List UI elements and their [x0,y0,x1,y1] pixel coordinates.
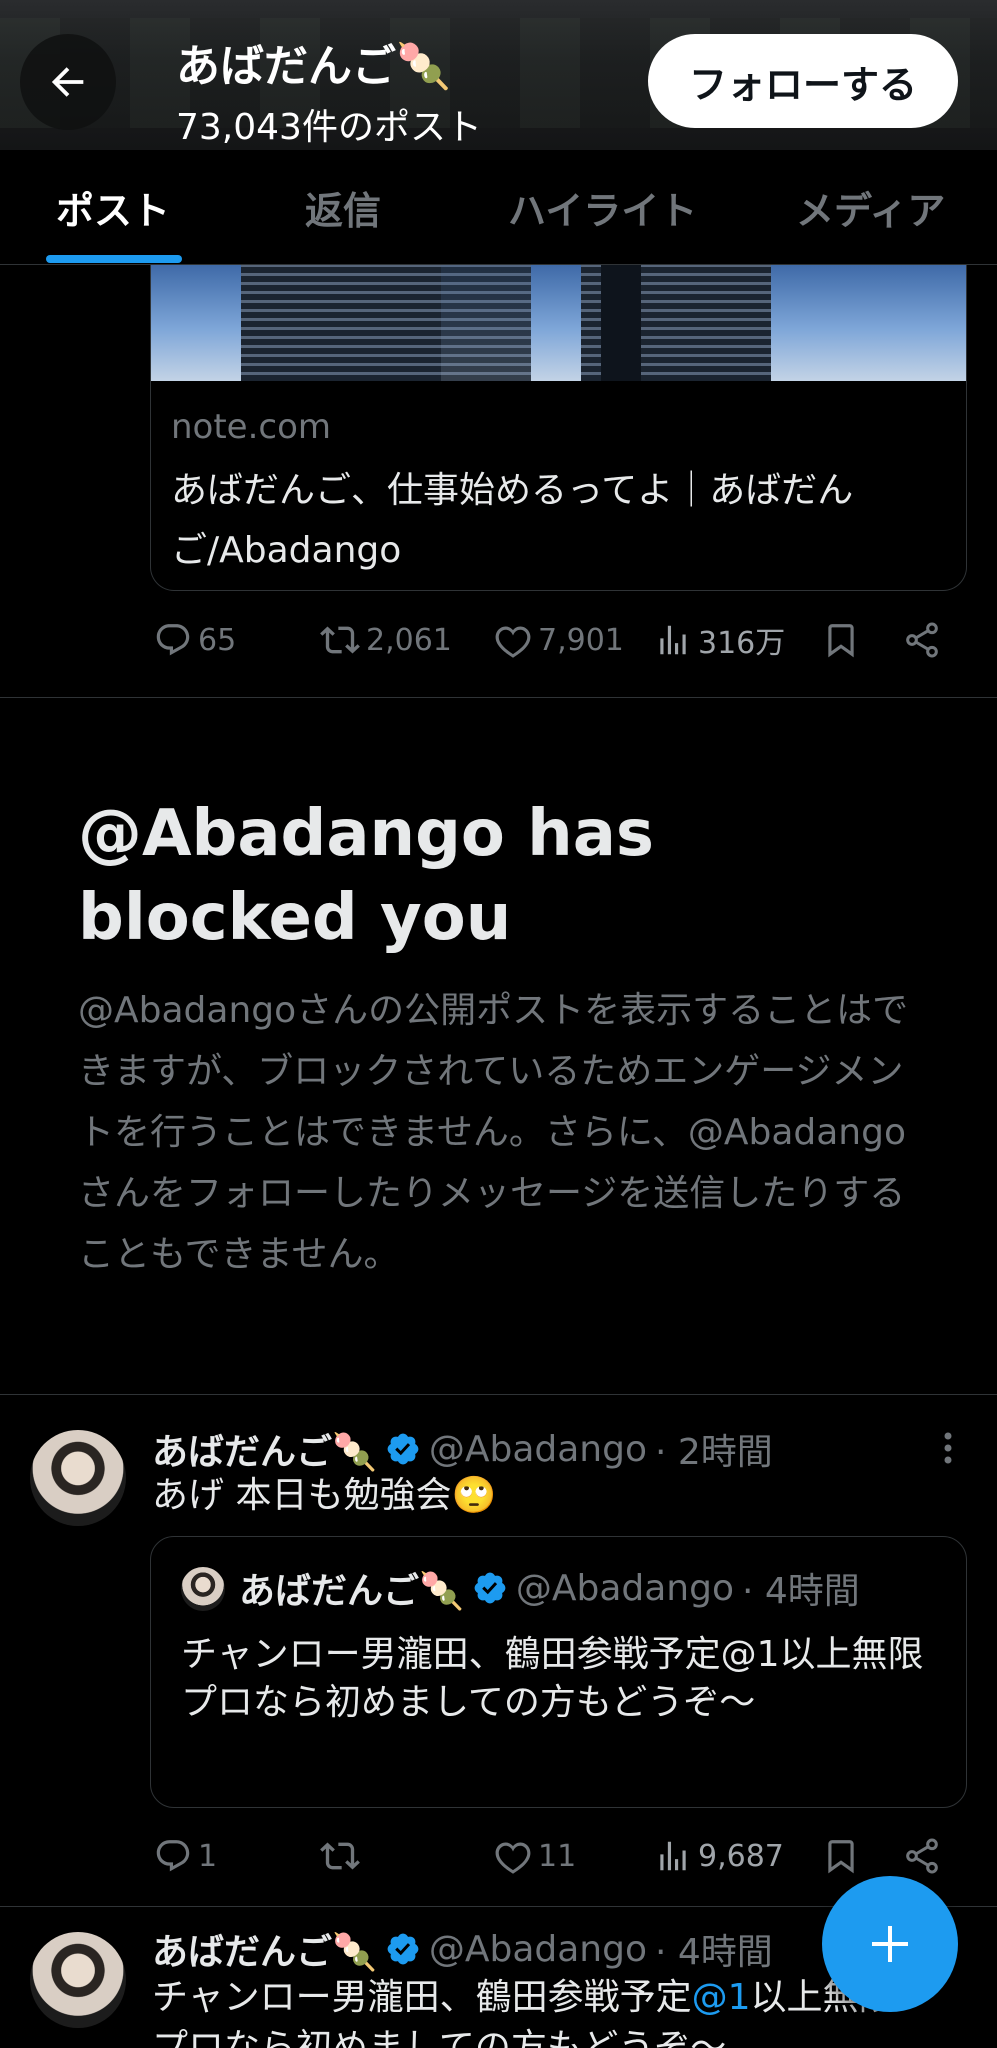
bookmark-icon [828,1840,854,1874]
avatar [181,1567,225,1611]
tab-media[interactable]: メディア [796,150,945,265]
chart-icon [660,1841,686,1871]
tweet-time[interactable]: · 2時間 [655,1423,773,1475]
verified-badge-icon [387,1433,419,1465]
reply-button[interactable]: 65 [154,610,236,670]
bookmark-button[interactable] [822,610,860,670]
more-options-button[interactable] [928,1428,968,1468]
dango-emoji: 🍡 [396,41,451,92]
like-button[interactable]: 7,901 [494,610,624,670]
verified-badge-icon [387,1933,419,1965]
tweet-header: あばだんご🍡 @Abadango · 2時間 [152,1424,773,1474]
compose-button[interactable] [822,1876,958,2012]
tab-posts[interactable]: ポスト [56,150,170,265]
views-button[interactable]: 9,687 [654,1826,784,1886]
like-button[interactable]: 11 [494,1826,576,1886]
tweet-author-name[interactable]: あばだんご🍡 [152,1423,377,1475]
bookmark-icon [828,624,854,658]
reply-button[interactable]: 1 [154,1826,217,1886]
tweet-handle[interactable]: @Abadango [429,1929,647,1970]
avatar[interactable] [30,1430,126,1526]
active-tab-indicator [46,255,182,263]
tweet-text: チャンロー男瀧田、鶴田参戦予定@1以上無限 [152,1977,895,2018]
arrow-left-icon [51,67,84,97]
heart-icon [495,626,531,658]
profile-name: あばだんご🍡 [176,41,451,92]
profile-header: あばだんご🍡 73,043件のポスト フォローする [0,0,997,150]
share-button[interactable] [902,610,942,670]
profile-tabs: ポスト 返信 ハイライト メディア [0,150,997,265]
quote-header: あばだんご🍡 @Abadango · 4時間 [239,1563,860,1613]
avatar[interactable] [30,1932,126,2028]
link-card[interactable]: note.com あばだんご、仕事始めるってよ｜あばだんご/Abadango [150,381,967,591]
repost-icon [320,1842,360,1870]
plus-icon [872,1926,908,1962]
tweet-text-line2: プロなら初めましての方もどうぞ〜 [152,2027,727,2048]
link-card-image[interactable] [150,265,967,381]
heart-icon [495,1842,531,1874]
more-icon [944,1432,952,1464]
mention-link[interactable]: @1 [692,1977,751,2018]
repost-button[interactable] [320,1826,366,1886]
share-icon [906,622,938,658]
back-button[interactable] [20,34,116,130]
reply-icon [156,1840,190,1872]
views-button[interactable]: 316万 [654,610,785,670]
tweet-author-name[interactable]: あばだんご🍡 [152,1923,377,1975]
follow-button[interactable]: フォローする [648,34,958,128]
chart-icon [660,625,686,655]
blocked-description: @Abadangoさんの公開ポストを表示することはできますが、ブロックされている… [78,990,909,1275]
reply-icon [156,624,190,656]
tab-highlights[interactable]: ハイライト [508,150,697,265]
post-count: 73,043件のポスト [176,107,482,148]
quoted-tweet[interactable]: あばだんご🍡 @Abadango · 4時間 チャンロー男瀧田、鶴田参戦予定@1… [150,1536,967,1808]
quote-text: チャンロー男瀧田、鶴田参戦予定@1以上無限 プロなら初めましての方もどうぞ〜 [181,1634,924,1723]
tweet-text: あげ 本日も勉強会🙄 [152,1475,497,1516]
blocked-title: @Abadango has blocked you [78,797,654,955]
tweet-actions: 1 11 9,687 [150,1826,970,1886]
quote-handle: @Abadango [515,1567,734,1609]
divider [0,697,997,698]
repost-button[interactable]: 2,061 [320,610,452,670]
verified-badge-icon [474,1572,506,1604]
repost-icon [320,626,360,654]
link-card-domain: note.com [171,407,332,447]
link-card-title: あばだんご、仕事始めるってよ｜あばだんご/Abadango [171,470,854,571]
tweet-time[interactable]: · 4時間 [655,1923,773,1975]
post-actions: 65 2,061 7,901 316万 [150,610,970,670]
divider [0,1394,997,1395]
bookmark-button[interactable] [822,1826,860,1886]
quote-author-name: あばだんご🍡 [239,1571,464,1612]
share-button[interactable] [902,1826,942,1886]
quote-time: · 4時間 [742,1571,860,1612]
tweet-handle[interactable]: @Abadango [429,1429,647,1470]
share-icon [906,1838,938,1874]
tab-replies[interactable]: 返信 [305,150,381,265]
tweet-header: あばだんご🍡 @Abadango · 4時間 [152,1924,773,1974]
